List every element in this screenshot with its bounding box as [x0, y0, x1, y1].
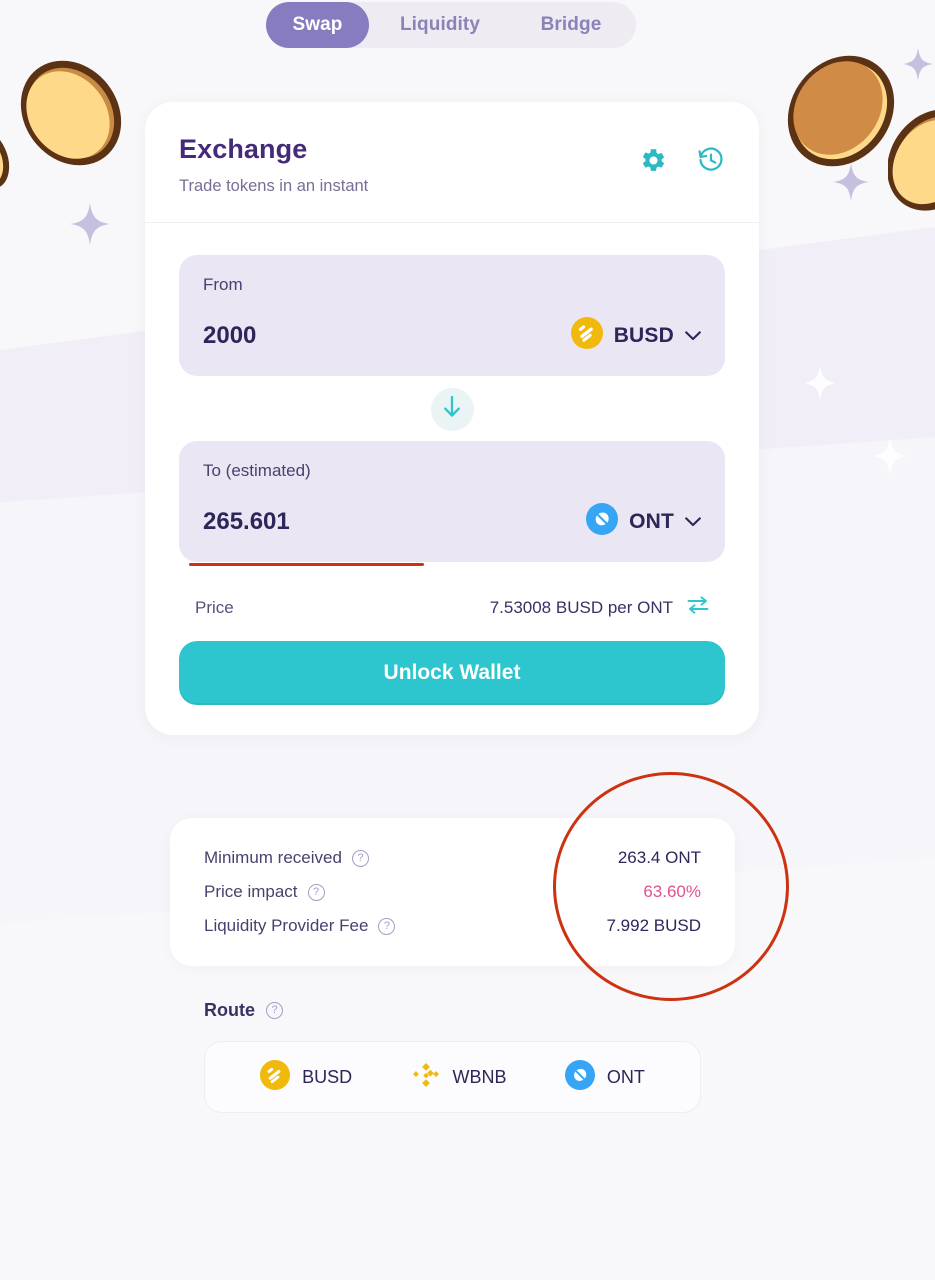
- to-token-select[interactable]: ONT: [586, 503, 701, 540]
- from-token-name: BUSD: [613, 323, 674, 347]
- swap-arrows-icon[interactable]: [687, 596, 709, 619]
- route-step-busd: BUSD: [260, 1059, 353, 1095]
- nav-tabs: Swap Liquidity Bridge: [266, 2, 636, 48]
- chevron-down-icon: [685, 330, 701, 341]
- exchange-card-body: From 2000 BUSD To (estimated) 265.601 ON…: [145, 223, 759, 735]
- swap-direction-wrap: [179, 388, 725, 431]
- page-title: Exchange: [179, 134, 308, 164]
- to-amount-input[interactable]: [203, 507, 503, 536]
- detail-left: Liquidity Provider Fee ?: [204, 916, 396, 936]
- route-step-name: WBNB: [452, 1066, 507, 1087]
- route-step-ont: ONT: [564, 1059, 645, 1095]
- minimum-received-value: 263.4 ONT: [617, 848, 701, 867]
- arrow-down-icon: [441, 395, 463, 424]
- busd-icon: [570, 317, 603, 354]
- from-row: BUSD: [203, 317, 701, 354]
- price-label: Price: [195, 597, 234, 617]
- price-impact-label: Price impact: [204, 882, 298, 901]
- tab-liquidity[interactable]: Liquidity: [369, 2, 511, 48]
- detail-left: Price impact ?: [204, 882, 325, 902]
- ont-icon: [586, 503, 619, 540]
- ont-icon: [564, 1059, 595, 1095]
- route-path: BUSD WBNB ONT: [204, 1041, 701, 1113]
- price-value-wrap: 7.53008 BUSD per ONT: [490, 596, 709, 619]
- minimum-received-label: Minimum received: [204, 848, 342, 867]
- decorative-sparkle: [803, 365, 837, 401]
- swap-direction-button[interactable]: [430, 388, 474, 431]
- price-value: 7.53008 BUSD per ONT: [489, 597, 673, 617]
- page-subtitle: Trade tokens in an instant: [179, 177, 369, 195]
- chevron-down-icon: [685, 516, 701, 527]
- decorative-sparkle: [70, 203, 110, 245]
- exchange-card: Exchange Trade tokens in an instant From…: [145, 102, 759, 735]
- decorative-sparkle: [903, 48, 933, 80]
- exchange-card-header: Exchange Trade tokens in an instant: [145, 102, 759, 223]
- price-row: Price 7.53008 BUSD per ONT: [179, 596, 725, 619]
- from-label: From: [203, 275, 243, 294]
- tab-bridge[interactable]: Bridge: [511, 2, 631, 48]
- decorative-coin-left-edge: [0, 118, 22, 198]
- help-icon[interactable]: ?: [266, 1002, 283, 1019]
- help-icon[interactable]: ?: [307, 883, 325, 901]
- decorative-coin-left: [18, 58, 124, 168]
- gear-icon[interactable]: [640, 147, 667, 174]
- tab-swap[interactable]: Swap: [266, 2, 369, 48]
- header-icon-group: [640, 134, 725, 174]
- history-icon[interactable]: [697, 146, 725, 174]
- unlock-wallet-button[interactable]: Unlock Wallet: [179, 641, 725, 705]
- help-icon[interactable]: ?: [378, 917, 396, 935]
- exchange-header-text: Exchange Trade tokens in an instant: [179, 134, 368, 196]
- route-step-name: ONT: [606, 1066, 645, 1087]
- to-row: ONT: [203, 503, 701, 540]
- to-label: To (estimated): [203, 461, 311, 480]
- route-section: Route ? BUSD WBNB ONT: [170, 1000, 735, 1113]
- route-step-name: BUSD: [302, 1066, 353, 1087]
- price-impact-value: 63.60%: [643, 882, 701, 901]
- route-header: Route ?: [204, 1000, 701, 1021]
- from-amount-input[interactable]: [203, 321, 503, 350]
- from-token-select[interactable]: BUSD: [570, 317, 701, 354]
- liquidity-provider-fee-value: 7.992 BUSD: [606, 916, 702, 935]
- app-root: Swap Liquidity Bridge Exchange Trade tok…: [0, 0, 935, 1280]
- to-token-name: ONT: [629, 509, 674, 533]
- decorative-sparkle: [872, 437, 908, 475]
- route-step-wbnb: WBNB: [411, 1060, 507, 1095]
- detail-row-price-impact: Price impact ? 63.60%: [204, 882, 701, 902]
- detail-row-liquidity-provider-fee: Liquidity Provider Fee ? 7.992 BUSD: [204, 916, 701, 936]
- annotation-underline: [189, 562, 424, 566]
- decorative-coin-right-edge: [888, 105, 935, 215]
- detail-row-minimum-received: Minimum received ? 263.4 ONT: [204, 848, 701, 868]
- decorative-sparkle: [833, 163, 869, 201]
- help-icon[interactable]: ?: [351, 849, 369, 867]
- to-panel: To (estimated) ONT: [179, 441, 725, 566]
- wbnb-icon: [411, 1060, 441, 1095]
- detail-left: Minimum received ?: [204, 848, 369, 868]
- from-panel: From 2000 BUSD: [179, 255, 725, 376]
- liquidity-provider-fee-label: Liquidity Provider Fee: [204, 916, 369, 935]
- busd-icon: [260, 1059, 291, 1095]
- decorative-coin-right: [782, 52, 900, 170]
- route-title: Route: [204, 1000, 255, 1020]
- swap-details-card: Minimum received ? 263.4 ONT Price impac…: [170, 818, 735, 966]
